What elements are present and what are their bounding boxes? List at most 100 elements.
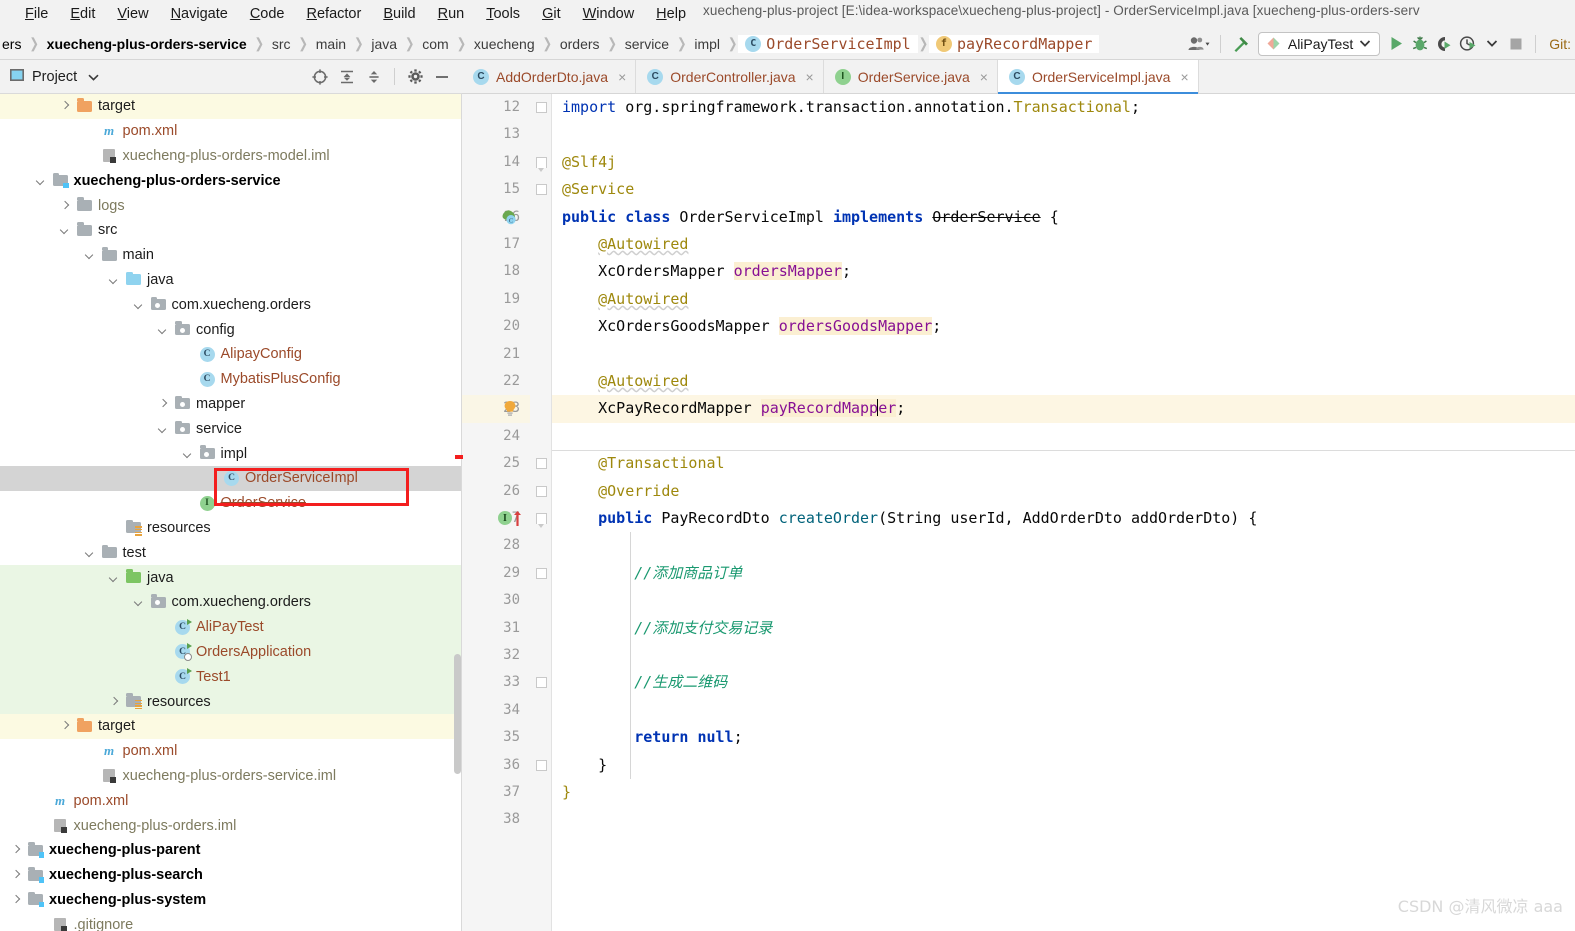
chevron-down-icon[interactable] — [88, 69, 99, 85]
tree-expand-arrow[interactable] — [35, 819, 48, 832]
breadcrumb-item-java[interactable]: java — [364, 36, 404, 52]
expand-all-icon[interactable] — [335, 65, 359, 89]
code-folding-column[interactable] — [530, 94, 552, 931]
menu-item-git[interactable]: Git — [531, 3, 572, 25]
settings-gear-icon[interactable] — [403, 65, 427, 89]
tree-node-alipaytest[interactable]: C AliPayTest — [0, 614, 462, 640]
code-line-34[interactable] — [552, 697, 1575, 724]
tree-node-java[interactable]: java — [0, 565, 462, 590]
tree-expand-arrow[interactable] — [59, 199, 72, 212]
breadcrumb-item-payrecordmapper[interactable]: f payRecordMapper — [928, 34, 1100, 53]
code-content[interactable]: import org.springframework.transaction.a… — [552, 94, 1575, 931]
editor-tab-orderserviceimpl-java[interactable]: C OrderServiceImpl.java × — [997, 60, 1199, 94]
code-line-27[interactable]: public PayRecordDto createOrder(String u… — [552, 505, 1575, 532]
run-configuration-selector[interactable]: AliPayTest — [1257, 31, 1381, 56]
code-line-29[interactable]: //添加商品订单 — [552, 560, 1575, 587]
tree-node-src[interactable]: src — [0, 218, 462, 243]
tree-expand-arrow[interactable] — [157, 323, 170, 336]
tree-expand-arrow[interactable] — [133, 596, 146, 609]
code-line-26[interactable]: @Override — [552, 478, 1575, 505]
code-line-28[interactable] — [552, 532, 1575, 559]
code-line-13[interactable] — [552, 121, 1575, 148]
breadcrumb-item-ers[interactable]: ers — [0, 36, 28, 52]
fold-marker[interactable] — [536, 156, 547, 172]
tree-expand-arrow[interactable] — [10, 893, 23, 906]
code-line-33[interactable]: //生成二维码 — [552, 669, 1575, 696]
fold-marker[interactable] — [536, 485, 547, 497]
tree-expand-arrow[interactable] — [182, 348, 195, 361]
tree-node-config[interactable]: config — [0, 317, 462, 342]
tree-expand-arrow[interactable] — [10, 844, 23, 857]
menu-item-window[interactable]: Window — [572, 3, 646, 25]
breadcrumb-item-orders[interactable]: orders — [553, 36, 607, 52]
tree-node-xuecheng-plus-search[interactable]: xuecheng-plus-search — [0, 863, 462, 888]
stop-icon[interactable] — [1504, 31, 1528, 57]
tree-node-xuecheng-plus-orders-service[interactable]: xuecheng-plus-orders-service — [0, 168, 462, 193]
breadcrumb-item-xuecheng[interactable]: xuecheng — [467, 36, 542, 52]
tree-node-orderservice[interactable]: I OrderService — [0, 491, 462, 516]
users-icon[interactable] — [1185, 31, 1213, 57]
fold-marker[interactable] — [536, 759, 547, 771]
tree-node-logs[interactable]: logs — [0, 193, 462, 218]
tree-node-target[interactable]: target — [0, 713, 462, 739]
tree-node-xuecheng-plus-orders-iml[interactable]: xuecheng-plus-orders.iml — [0, 813, 462, 838]
code-editor[interactable]: 1213141516171819202122232425262728293031… — [462, 94, 1575, 931]
tree-node-xuecheng-plus-orders-model-iml[interactable]: xuecheng-plus-orders-model.iml — [0, 144, 462, 169]
menu-item-edit[interactable]: Edit — [59, 3, 106, 25]
tree-expand-arrow[interactable] — [10, 869, 23, 882]
tree-node-mybatisplusconfig[interactable]: C MybatisPlusConfig — [0, 367, 462, 392]
chevron-down-icon[interactable] — [1480, 31, 1504, 57]
menu-item-navigate[interactable]: Navigate — [160, 3, 239, 25]
code-line-17[interactable]: @Autowired — [552, 231, 1575, 258]
locate-icon[interactable] — [308, 65, 332, 89]
tree-node-resources[interactable]: resources — [0, 516, 462, 541]
tree-expand-arrow[interactable] — [108, 571, 121, 584]
tree-node-orderserviceimpl[interactable]: C OrderServiceImpl — [0, 465, 462, 491]
tree-node-resources[interactable]: resources — [0, 689, 462, 714]
close-icon[interactable]: × — [1180, 69, 1188, 85]
collapse-all-icon[interactable] — [362, 65, 386, 89]
code-line-32[interactable] — [552, 642, 1575, 669]
spring-bean-gutter-icon[interactable]: C — [500, 209, 517, 231]
breadcrumb-item-service[interactable]: service — [618, 36, 676, 52]
fold-marker[interactable] — [536, 567, 547, 579]
tree-node-alipayconfig[interactable]: C AlipayConfig — [0, 342, 462, 367]
tree-node-xuecheng-plus-orders-service-iml[interactable]: xuecheng-plus-orders-service.iml — [0, 764, 462, 789]
profiler-icon[interactable] — [1456, 31, 1480, 57]
editor-gutter[interactable]: 1213141516171819202122232425262728293031… — [462, 94, 530, 931]
tree-expand-arrow[interactable] — [182, 447, 195, 460]
tree-expand-arrow[interactable] — [84, 149, 97, 162]
tree-node-ordersapplication[interactable]: C OrdersApplication — [0, 639, 462, 665]
tree-expand-arrow[interactable] — [59, 224, 72, 237]
fold-marker[interactable] — [536, 458, 547, 470]
breadcrumb-item-xuecheng-plus-orders-service[interactable]: xuecheng-plus-orders-service — [40, 36, 254, 52]
tree-node-com-xuecheng-orders[interactable]: com.xuecheng.orders — [0, 589, 462, 615]
menu-item-tools[interactable]: Tools — [475, 3, 531, 25]
tree-expand-arrow[interactable] — [35, 918, 48, 931]
breadcrumb-item-impl[interactable]: impl — [687, 36, 727, 52]
code-line-12[interactable]: import org.springframework.transaction.a… — [552, 94, 1575, 121]
fold-marker[interactable] — [536, 184, 547, 196]
tree-node--gitignore[interactable]: .gitignore — [0, 912, 462, 931]
code-line-25[interactable]: @Transactional — [552, 450, 1575, 477]
close-icon[interactable]: × — [980, 69, 988, 85]
tree-node-pom-xml[interactable]: m pom.xml — [0, 788, 462, 813]
code-line-24[interactable] — [552, 423, 1575, 450]
tree-expand-arrow[interactable] — [157, 422, 170, 435]
git-label[interactable]: Git: — [1543, 36, 1571, 52]
code-line-31[interactable]: //添加支付交易记录 — [552, 615, 1575, 642]
menu-item-view[interactable]: View — [106, 3, 159, 25]
editor-tab-ordercontroller-java[interactable]: C OrderController.java × — [636, 60, 824, 93]
fold-marker[interactable] — [536, 513, 547, 528]
tree-expand-arrow[interactable] — [84, 125, 97, 138]
code-line-37[interactable]: } — [552, 779, 1575, 806]
menu-item-code[interactable]: Code — [239, 3, 296, 25]
tree-expand-arrow[interactable] — [182, 373, 195, 386]
tree-node-mapper[interactable]: mapper — [0, 392, 462, 417]
run-icon[interactable] — [1384, 31, 1408, 57]
tree-expand-arrow[interactable] — [157, 621, 170, 634]
editor-tab-addorderdto-java[interactable]: C AddOrderDto.java × — [462, 60, 637, 93]
editor-tab-orderservice-java[interactable]: I OrderService.java × — [823, 60, 998, 93]
tree-expand-arrow[interactable] — [84, 546, 97, 559]
implementing-method-gutter-icon[interactable]: I — [498, 510, 524, 527]
